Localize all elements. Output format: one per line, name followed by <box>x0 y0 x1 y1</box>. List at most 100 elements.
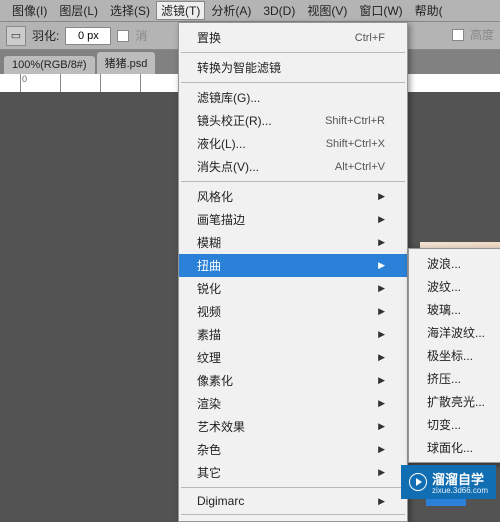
submenu-arrow-icon: ▶ <box>378 496 385 507</box>
menu-label: 扭曲 <box>197 257 221 274</box>
submenu-arrow-icon: ▶ <box>378 191 385 202</box>
filter-other[interactable]: 其它▶ <box>179 461 407 484</box>
menu-label: 素描 <box>197 326 221 343</box>
menu-label: 锐化 <box>197 280 221 297</box>
watermark-url: zixue.3d66.com <box>432 486 488 495</box>
submenu-arrow-icon: ▶ <box>378 421 385 432</box>
height-checkbox[interactable] <box>452 29 464 41</box>
distort-ocean-ripple[interactable]: 海洋波纹... <box>409 321 500 344</box>
menu-label: 模糊 <box>197 234 221 251</box>
antialias-checkbox[interactable] <box>117 30 129 42</box>
menu-label: 挤压... <box>427 370 461 387</box>
filter-sharpen[interactable]: 锐化▶ <box>179 277 407 300</box>
filter-distort[interactable]: 扭曲 ▶ <box>179 254 407 277</box>
filter-blur[interactable]: 模糊▶ <box>179 231 407 254</box>
menu-filter[interactable]: 滤镜(T) <box>156 1 205 20</box>
menu-label: 转换为智能滤镜 <box>197 59 281 76</box>
distort-ripple[interactable]: 波纹... <box>409 275 500 298</box>
filter-digimarc[interactable]: Digimarc ▶ <box>179 491 407 511</box>
menu-select[interactable]: 选择(S) <box>104 0 156 21</box>
feather-label: 羽化: <box>32 27 59 44</box>
menu-label: 杂色 <box>197 441 221 458</box>
filter-repeat[interactable]: 置换 Ctrl+F <box>179 26 407 49</box>
menu-label: 波纹... <box>427 278 461 295</box>
filter-convert-smart[interactable]: 转换为智能滤镜 <box>179 56 407 79</box>
menu-label: 画笔描边 <box>197 211 245 228</box>
filter-vanishing-point[interactable]: 消失点(V)... Alt+Ctrl+V <box>179 155 407 178</box>
menu-help[interactable]: 帮助( <box>409 0 449 21</box>
menu-window[interactable]: 窗口(W) <box>353 0 408 21</box>
tool-preset-icon[interactable]: ▭ <box>6 26 26 46</box>
filter-gallery[interactable]: 滤镜库(G)... <box>179 86 407 109</box>
menu-3d[interactable]: 3D(D) <box>257 2 301 20</box>
filter-stylize[interactable]: 风格化 ▶ <box>179 185 407 208</box>
menu-label: 海洋波纹... <box>427 324 485 341</box>
doc-tab-1[interactable]: 100%(RGB/8#) <box>4 56 95 74</box>
menubar: 图像(I) 图层(L) 选择(S) 滤镜(T) 分析(A) 3D(D) 视图(V… <box>0 0 500 22</box>
filter-menu: 置换 Ctrl+F 转换为智能滤镜 滤镜库(G)... 镜头校正(R)... S… <box>178 22 408 522</box>
menu-label: 球面化... <box>427 439 473 456</box>
filter-video[interactable]: 视频▶ <box>179 300 407 323</box>
menu-label: 其它 <box>197 464 221 481</box>
filter-artistic[interactable]: 艺术效果▶ <box>179 415 407 438</box>
menu-label: 滤镜库(G)... <box>197 89 260 106</box>
menu-separator <box>181 181 405 182</box>
menu-label: 纹理 <box>197 349 221 366</box>
ruler-tick <box>100 74 140 92</box>
menu-label: 液化(L)... <box>197 135 246 152</box>
feather-input[interactable] <box>65 27 111 45</box>
distort-polar[interactable]: 极坐标... <box>409 344 500 367</box>
distort-wave[interactable]: 波浪... <box>409 252 500 275</box>
filter-render[interactable]: 渲染▶ <box>179 392 407 415</box>
menu-label: 渲染 <box>197 395 221 412</box>
menu-label: 风格化 <box>197 188 233 205</box>
shortcut: Alt+Ctrl+V <box>335 161 385 173</box>
options-right: 高度 <box>452 26 494 43</box>
ruler-tick: 0 <box>20 74 60 92</box>
play-icon <box>409 473 427 491</box>
distort-glass[interactable]: 玻璃... <box>409 298 500 321</box>
filter-pixelate[interactable]: 像素化 ▶ <box>179 369 407 392</box>
menu-image[interactable]: 图像(I) <box>6 0 53 21</box>
watermark-title: 溜溜自学 <box>432 472 484 487</box>
ruler-tick <box>60 74 100 92</box>
submenu-arrow-icon: ▶ <box>378 375 385 386</box>
filter-liquify[interactable]: 液化(L)... Shift+Ctrl+X <box>179 132 407 155</box>
menu-analysis[interactable]: 分析(A) <box>205 0 257 21</box>
menu-label: 极坐标... <box>427 347 473 364</box>
menu-label: 玻璃... <box>427 301 461 318</box>
distort-shear[interactable]: 切变... <box>409 413 500 436</box>
submenu-arrow-icon: ▶ <box>378 214 385 225</box>
menu-label: Digimarc <box>197 494 244 508</box>
shortcut: Ctrl+F <box>355 32 385 44</box>
menu-label: 消失点(V)... <box>197 158 259 175</box>
menu-layer[interactable]: 图层(L) <box>53 0 104 21</box>
height-label: 高度 <box>470 26 494 43</box>
antialias-label: 消 <box>135 27 147 44</box>
shortcut: Shift+Ctrl+X <box>326 138 385 150</box>
filter-sketch[interactable]: 素描▶ <box>179 323 407 346</box>
menu-label: 像素化 <box>197 372 233 389</box>
menu-separator <box>181 487 405 488</box>
menu-separator <box>181 82 405 83</box>
distort-spherize[interactable]: 球面化... <box>409 436 500 459</box>
filter-brush-strokes[interactable]: 画笔描边 ▶ <box>179 208 407 231</box>
menu-label: 切变... <box>427 416 461 433</box>
menu-label: 置换 <box>197 29 221 46</box>
submenu-arrow-icon: ▶ <box>378 260 385 271</box>
menu-separator <box>181 52 405 53</box>
menu-label: 波浪... <box>427 255 461 272</box>
submenu-arrow-icon: ▶ <box>378 444 385 455</box>
filter-texture[interactable]: 纹理 ▶ <box>179 346 407 369</box>
filter-lens-correction[interactable]: 镜头校正(R)... Shift+Ctrl+R <box>179 109 407 132</box>
ruler-tick <box>140 74 180 92</box>
distort-diffuse-glow[interactable]: 扩散亮光... <box>409 390 500 413</box>
distort-pinch[interactable]: 挤压... <box>409 367 500 390</box>
shortcut: Shift+Ctrl+R <box>325 115 385 127</box>
menu-view[interactable]: 视图(V) <box>301 0 353 21</box>
submenu-arrow-icon: ▶ <box>378 352 385 363</box>
filter-noise[interactable]: 杂色 ▶ <box>179 438 407 461</box>
doc-tab-2[interactable]: 猪猪.psd <box>97 52 156 74</box>
submenu-arrow-icon: ▶ <box>378 306 385 317</box>
menu-label: 扩散亮光... <box>427 393 485 410</box>
